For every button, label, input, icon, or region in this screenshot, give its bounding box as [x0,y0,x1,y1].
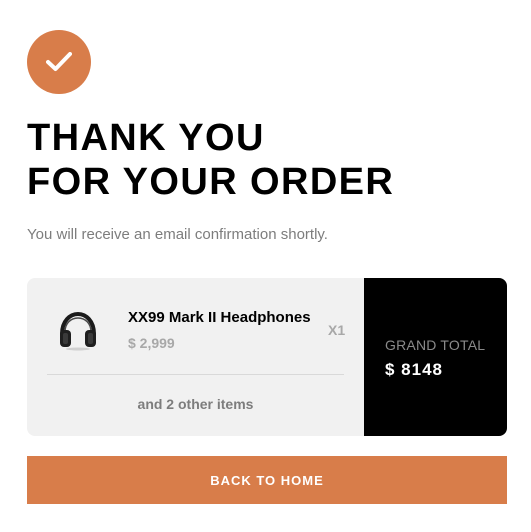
page-title-line-1: THANK YOU [27,117,265,159]
page-title-line-2: FOR YOUR ORDER [27,161,395,203]
page-title: THANK YOU FOR YOUR ORDER [27,116,394,204]
headphones-icon [47,300,109,362]
product-price: $ 2,999 [128,335,175,351]
back-to-home-button[interactable]: BACK TO HOME [27,456,507,504]
product-quantity: X1 [328,322,346,338]
grand-total-value: $ 8148 [385,360,443,379]
order-items-panel: XX99 Mark II Headphones $ 2,999 X1 and 2… [27,278,364,436]
items-divider [47,374,344,375]
product-name: XX99 Mark II Headphones [128,309,311,326]
grand-total-label: GRAND TOTAL [385,337,486,353]
confirmation-subtitle: You will receive an email confirmation s… [27,226,328,243]
order-confirmation-modal: THANK YOU FOR YOUR ORDER You will receiv… [0,0,531,532]
other-items-toggle[interactable]: and 2 other items [27,394,364,414]
order-summary: XX99 Mark II Headphones $ 2,999 X1 and 2… [27,278,507,436]
checkmark-icon [27,30,91,94]
grand-total-panel: GRAND TOTAL $ 8148 [364,278,507,436]
